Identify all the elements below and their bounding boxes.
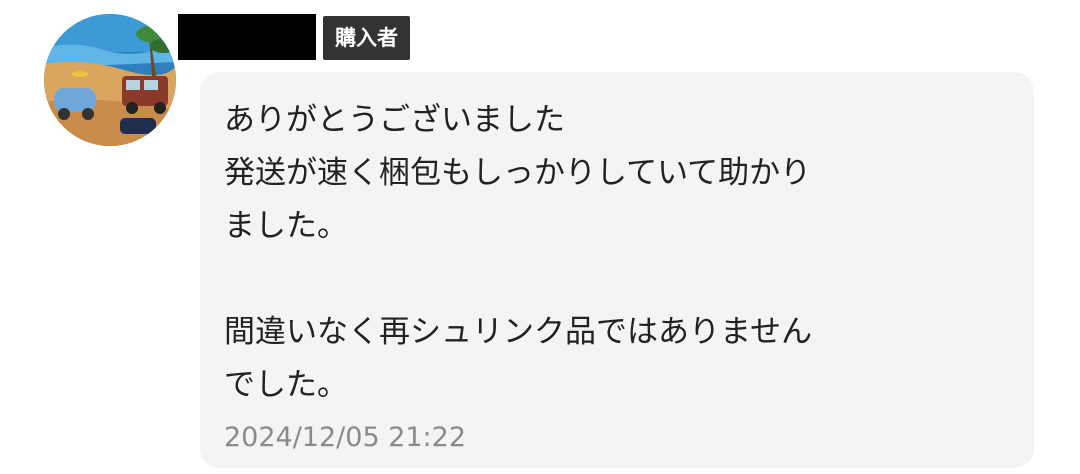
message-line: 間違いなく再シュリンク品ではありません: [224, 314, 813, 350]
message-line: ました。: [224, 208, 348, 244]
comment-message: ありがとうございました 発送が速く梱包もしっかりしていて助かり ました。 間違い…: [224, 94, 1034, 412]
comment-bubble: ありがとうございました 発送が速く梱包もしっかりしていて助かり ました。 間違い…: [200, 72, 1034, 468]
redacted-username: [178, 14, 316, 60]
buyer-badge: 購入者: [323, 16, 410, 60]
message-line: でした。: [224, 367, 348, 403]
message-blank-line: [224, 253, 1034, 306]
message-line: ありがとうございました: [224, 102, 565, 138]
comment-item: 購入者 ありがとうございました 発送が速く梱包もしっかりしていて助かり ました。…: [0, 0, 1080, 474]
avatar-image: [44, 14, 176, 146]
message-line: 発送が速く梱包もしっかりしていて助かり: [224, 155, 812, 191]
avatar[interactable]: [44, 14, 176, 146]
comment-timestamp: 2024/12/05 21:22: [224, 422, 467, 453]
